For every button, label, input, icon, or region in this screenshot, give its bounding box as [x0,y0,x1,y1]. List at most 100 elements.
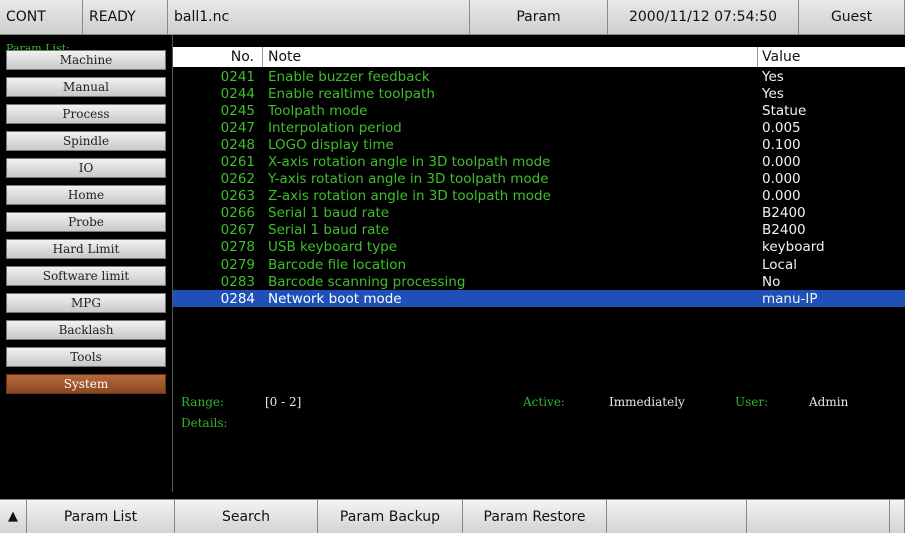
sidebar-item-system[interactable]: System [6,374,166,394]
param-note: Enable buzzer feedback [268,68,430,85]
param-no: 0245 [220,102,255,119]
table-row[interactable]: 0278 USB keyboard type keyboard [173,239,905,256]
param-note: USB keyboard type [268,239,398,256]
details-label: Details: [181,416,228,430]
param-no: 0266 [220,205,255,222]
param-note: Barcode file location [268,256,407,273]
sidebar-item-hard-limit[interactable]: Hard Limit [6,239,166,259]
current-page: Param [470,0,608,35]
softkey-7-button[interactable] [890,499,905,533]
datetime: 2000/11/12 07:54:50 [608,0,799,35]
param-no: 0279 [220,256,255,273]
sidebar-item-backlash[interactable]: Backlash [6,320,166,340]
param-value: Yes [762,68,784,85]
param-note: Network boot mode [268,290,402,307]
param-note: Barcode scanning processing [268,273,466,290]
param-restore-button[interactable]: Param Restore [463,499,607,533]
sidebar-item-tools[interactable]: Tools [6,347,166,367]
table-row[interactable]: 0244 Enable realtime toolpath Yes [173,85,905,102]
param-no: 0248 [220,136,255,153]
sidebar-item-probe[interactable]: Probe [6,212,166,232]
mode-indicator: CONT [0,0,83,35]
sidebar-item-machine[interactable]: Machine [6,50,166,70]
param-note: Serial 1 baud rate [268,222,390,239]
param-value: Local [762,256,797,273]
param-note: Interpolation period [268,119,402,136]
param-value: 0.000 [762,188,801,205]
param-no: 0247 [220,119,255,136]
table-row[interactable]: 0263 Z-axis rotation angle in 3D toolpath… [173,188,905,205]
param-panel: No. Note Value 0241 Enable buzzer feedbac… [172,35,905,492]
user-value: Admin [809,395,849,409]
param-value: Yes [762,85,784,102]
param-no: 0261 [220,154,255,171]
table-row[interactable]: 0283 Barcode scanning processing No [173,273,905,290]
param-value: Statue [762,102,807,119]
table-row[interactable]: 0279 Barcode file location Local [173,256,905,273]
sidebar-item-manual[interactable]: Manual [6,77,166,97]
param-no: 0263 [220,188,255,205]
range-value: [0 - 2] [265,395,302,409]
param-info: Range: [0 - 2] Active: Immediately User:… [173,392,905,430]
param-no: 0241 [220,68,255,85]
sidebar-item-mpg[interactable]: MPG [6,293,166,313]
param-value: keyboard [762,239,825,256]
user-label: User: [735,395,769,409]
search-button[interactable]: Search [175,499,318,533]
param-value: manu-IP [762,290,818,307]
page-up-icon[interactable]: ▲ [0,499,27,533]
machine-status: READY [83,0,168,35]
param-note: Enable realtime toolpath [268,85,435,102]
softkey-5-button[interactable] [607,499,747,533]
table-row[interactable]: 0247 Interpolation period 0.005 [173,119,905,136]
softkey-6-button[interactable] [747,499,890,533]
param-note: X-axis rotation angle in 3D toolpath mod… [268,154,551,171]
separator [0,492,905,499]
param-no: 0283 [220,273,255,290]
param-no: 0262 [220,171,255,188]
table-row[interactable]: 0241 Enable buzzer feedback Yes [173,68,905,85]
table-row[interactable]: 0248 LOGO display time 0.100 [173,136,905,153]
status-bar: CONT READY ball1.nc Param 2000/11/12 07:… [0,0,905,35]
param-no: 0284 [220,290,255,307]
param-note: Toolpath mode [268,102,368,119]
table-row[interactable]: 0262 Y-axis rotation angle in 3D toolpath… [173,171,905,188]
table-row[interactable]: 0245 Toolpath mode Statue [173,102,905,119]
param-value: B2400 [762,205,806,222]
sidebar-item-process[interactable]: Process [6,104,166,124]
param-value: 0.005 [762,119,801,136]
param-table: 0241 Enable buzzer feedback Yes 0244 Enable… [173,68,905,308]
param-note: Z-axis rotation angle in 3D toolpath mod… [268,188,551,205]
param-note: Serial 1 baud rate [268,205,390,222]
param-value: 0.000 [762,154,801,171]
param-no: 0278 [220,239,255,256]
param-no: 0267 [220,222,255,239]
current-file: ball1.nc [168,0,470,35]
param-backup-button[interactable]: Param Backup [318,499,463,533]
param-value: 0.100 [762,136,801,153]
table-row-selected[interactable]: 0284 Network boot mode manu-IP [173,290,905,308]
param-list-button[interactable]: Param List [27,499,175,533]
sidebar-item-software-limit[interactable]: Software limit [6,266,166,286]
table-row[interactable]: 0266 Serial 1 baud rate B2400 [173,205,905,222]
range-label: Range: [181,395,225,409]
param-value: B2400 [762,222,806,239]
active-label: Active: [523,395,565,409]
table-row[interactable]: 0267 Serial 1 baud rate B2400 [173,222,905,239]
sidebar-item-spindle[interactable]: Spindle [6,131,166,151]
sidebar-item-io[interactable]: IO [6,158,166,178]
softkey-bar: ▲ Param List Search Param Backup Param R… [0,499,905,533]
param-value: No [762,273,781,290]
table-header: No. Note Value [173,47,905,67]
table-row[interactable]: 0261 X-axis rotation angle in 3D toolpath… [173,153,905,170]
param-note: Y-axis rotation angle in 3D toolpath mod… [268,171,549,188]
user-indicator: Guest [799,0,905,35]
param-note: LOGO display time [268,136,394,153]
header-note: Note [263,47,758,67]
active-value: Immediately [609,395,685,409]
header-value: Value [762,49,801,65]
sidebar-item-home[interactable]: Home [6,185,166,205]
header-no: No. [173,47,263,67]
param-category-sidebar: Param List: Machine Manual Process Spind… [0,35,172,492]
param-no: 0244 [220,85,255,102]
